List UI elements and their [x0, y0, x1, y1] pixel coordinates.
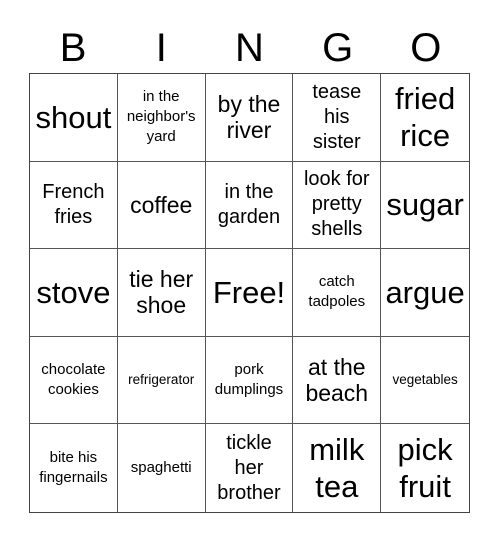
bingo-cell[interactable]: catch tadpoles [293, 249, 382, 337]
cell-label: shout [35, 99, 112, 135]
cell-label: in the garden [217, 180, 281, 228]
bingo-cell[interactable]: stove [30, 249, 118, 337]
cell-label: French fries [42, 180, 105, 228]
bingo-cell[interactable]: bite his fingernails [30, 424, 118, 512]
bingo-cell[interactable]: at the beach [293, 336, 382, 425]
bingo-cell[interactable]: milk tea [293, 424, 382, 512]
bingo-cell[interactable]: pork dumplings [205, 336, 294, 425]
cell-label: tease his sister [312, 80, 362, 153]
bingo-cell[interactable]: by the river [205, 74, 294, 162]
cell-label: catch tadpoles [308, 273, 366, 311]
bingo-cell[interactable]: pick fruit [381, 424, 469, 512]
bingo-cell[interactable]: look for pretty shells [293, 161, 382, 250]
cell-label: milk tea [309, 432, 365, 505]
cell-label: in the neighbor's yard [126, 87, 196, 146]
cell-label: sugar [386, 187, 464, 223]
cell-label: chocolate cookies [41, 360, 106, 399]
bingo-cell[interactable]: sugar [381, 162, 469, 250]
cell-label: stove [36, 274, 111, 310]
cell-label: spaghetti [130, 459, 192, 477]
bingo-cell[interactable]: coffee [117, 161, 206, 250]
bingo-cell[interactable]: vegetables [381, 337, 469, 425]
bingo-cell[interactable]: tie her shoe [117, 249, 206, 337]
bingo-header: B I N G O [29, 22, 470, 74]
bingo-cell[interactable]: shout [30, 74, 118, 162]
bingo-cell[interactable]: argue [381, 249, 469, 337]
bingo-cell[interactable]: in the neighbor's yard [117, 74, 206, 162]
cell-label: fried rice [394, 81, 456, 154]
bingo-cell[interactable]: chocolate cookies [30, 336, 118, 425]
cell-label: bite his fingernails [39, 448, 108, 487]
bingo-cell[interactable]: spaghetti [118, 424, 206, 512]
header-letter-n: N [235, 26, 264, 70]
cell-label: look for pretty shells [303, 168, 370, 241]
cell-label: vegetables [392, 372, 458, 388]
cell-label: tie her shoe [129, 266, 194, 319]
bingo-cell[interactable]: tease his sister [293, 74, 382, 162]
bingo-cell[interactable]: French fries [30, 161, 118, 250]
header-letter-b: B [59, 26, 87, 70]
bingo-cell[interactable]: refrigerator [117, 336, 206, 425]
cell-label: at the beach [305, 353, 369, 407]
bingo-cell[interactable]: tickle her brother [206, 424, 294, 512]
cell-label: pick fruit [397, 432, 453, 505]
cell-label: argue [385, 274, 465, 310]
header-letter-g: G [322, 26, 354, 70]
cell-label: pork dumplings [214, 360, 284, 399]
header-letter-o: O [410, 26, 442, 70]
cell-label: Free! [212, 274, 286, 310]
free-space-cell[interactable]: Free! [205, 249, 294, 337]
cell-label: refrigerator [128, 372, 195, 388]
bingo-cell[interactable]: fried rice [381, 74, 469, 162]
bingo-grid: shout in the neighbor's yard by the river t… [29, 73, 470, 513]
cell-label: tickle her brother [217, 431, 281, 504]
bingo-cell[interactable]: in the garden [205, 161, 294, 250]
header-letter-i: I [155, 26, 167, 70]
cell-label: by the river [217, 90, 281, 144]
cell-label: coffee [130, 191, 193, 218]
